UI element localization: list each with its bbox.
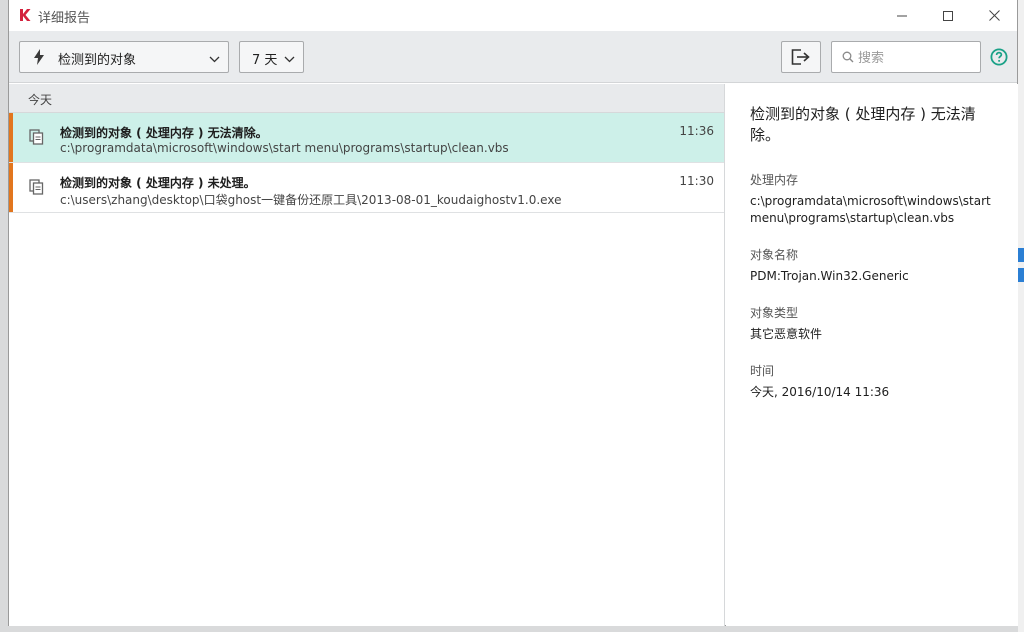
item-title: 检测到的对象 ( 处理内存 ) 未处理。 bbox=[60, 176, 256, 190]
item-title: 检测到的对象 ( 处理内存 ) 无法清除。 bbox=[60, 126, 268, 140]
close-icon bbox=[988, 10, 1000, 21]
title-bar: 详细报告 bbox=[9, 0, 1017, 31]
background-desktop bbox=[1018, 0, 1024, 632]
report-filter-label: 检测到的对象 bbox=[58, 53, 137, 68]
documents-icon bbox=[29, 179, 44, 198]
detail-field-processing-memory: 处理内存 c:\programdata\microsoft\windows\st… bbox=[750, 171, 994, 227]
chevron-down-icon bbox=[284, 52, 295, 67]
field-label: 对象名称 bbox=[750, 248, 799, 262]
field-label: 对象类型 bbox=[750, 306, 799, 320]
search-input[interactable] bbox=[858, 48, 976, 68]
search-box[interactable] bbox=[831, 41, 981, 73]
background-fragment bbox=[1018, 248, 1024, 262]
maximize-icon bbox=[943, 10, 953, 21]
field-label: 处理内存 bbox=[750, 173, 799, 187]
detail-field-object-name: 对象名称 PDM:Trojan.Win32.Generic bbox=[750, 246, 994, 285]
detail-field-object-type: 对象类型 其它恶意软件 bbox=[750, 304, 994, 343]
field-label: 时间 bbox=[750, 364, 775, 378]
minimize-button[interactable] bbox=[879, 0, 925, 31]
field-value: PDM:Trojan.Win32.Generic bbox=[750, 269, 909, 283]
chevron-down-icon bbox=[209, 52, 220, 67]
period-label: 7 天 bbox=[252, 53, 278, 68]
group-header-today: 今天 bbox=[9, 84, 724, 113]
item-time: 11:30 bbox=[679, 174, 714, 188]
minimize-icon bbox=[897, 15, 907, 16]
detail-field-time: 时间 今天, 2016/10/14 11:36 bbox=[750, 362, 994, 401]
search-icon bbox=[842, 51, 854, 66]
item-path: c:\users\zhang\desktop\口袋ghost一键备份还原工具\2… bbox=[60, 193, 562, 207]
list-item[interactable]: 检测到的对象 ( 处理内存 ) 无法清除。 c:\programdata\mic… bbox=[9, 113, 724, 163]
export-icon bbox=[791, 49, 810, 65]
period-dropdown[interactable]: 7 天 bbox=[239, 41, 304, 73]
event-list: 今天 检测到的对象 ( 处理内存 ) 无法清除。 c:\programdata\… bbox=[9, 84, 725, 626]
window-title: 详细报告 bbox=[38, 11, 91, 26]
documents-icon bbox=[29, 129, 44, 148]
list-item[interactable]: 检测到的对象 ( 处理内存 ) 未处理。 c:\users\zhang\desk… bbox=[9, 163, 724, 213]
help-icon[interactable] bbox=[990, 48, 1008, 69]
lightning-bolt-icon bbox=[34, 49, 44, 69]
item-path: c:\programdata\microsoft\windows\start m… bbox=[60, 141, 509, 155]
field-value: 今天, 2016/10/14 11:36 bbox=[750, 385, 890, 399]
kaspersky-logo-icon bbox=[18, 8, 32, 22]
toolbar: 检测到的对象 7 天 bbox=[9, 31, 1017, 83]
detail-pane: 检测到的对象 ( 处理内存 ) 无法清除。 处理内存 c:\programdat… bbox=[726, 84, 1018, 626]
field-value: c:\programdata\microsoft\windows\start m… bbox=[750, 194, 991, 225]
background-fragment bbox=[1018, 268, 1024, 282]
severity-marker bbox=[9, 163, 13, 212]
close-button[interactable] bbox=[971, 0, 1017, 31]
report-window: 详细报告 检测到的对象 7 天 搜索 今天 检测到的对象 (处理内存) 无法… bbox=[8, 0, 1018, 626]
export-report-button[interactable] bbox=[781, 41, 821, 73]
report-filter-dropdown[interactable]: 检测到的对象 bbox=[19, 41, 229, 73]
field-value: 其它恶意软件 bbox=[750, 327, 823, 341]
maximize-button[interactable] bbox=[925, 0, 971, 31]
detail-title: 检测到的对象 ( 处理内存 ) 无法清除。 bbox=[750, 105, 976, 144]
item-time: 11:36 bbox=[679, 124, 714, 138]
severity-marker bbox=[9, 113, 13, 162]
